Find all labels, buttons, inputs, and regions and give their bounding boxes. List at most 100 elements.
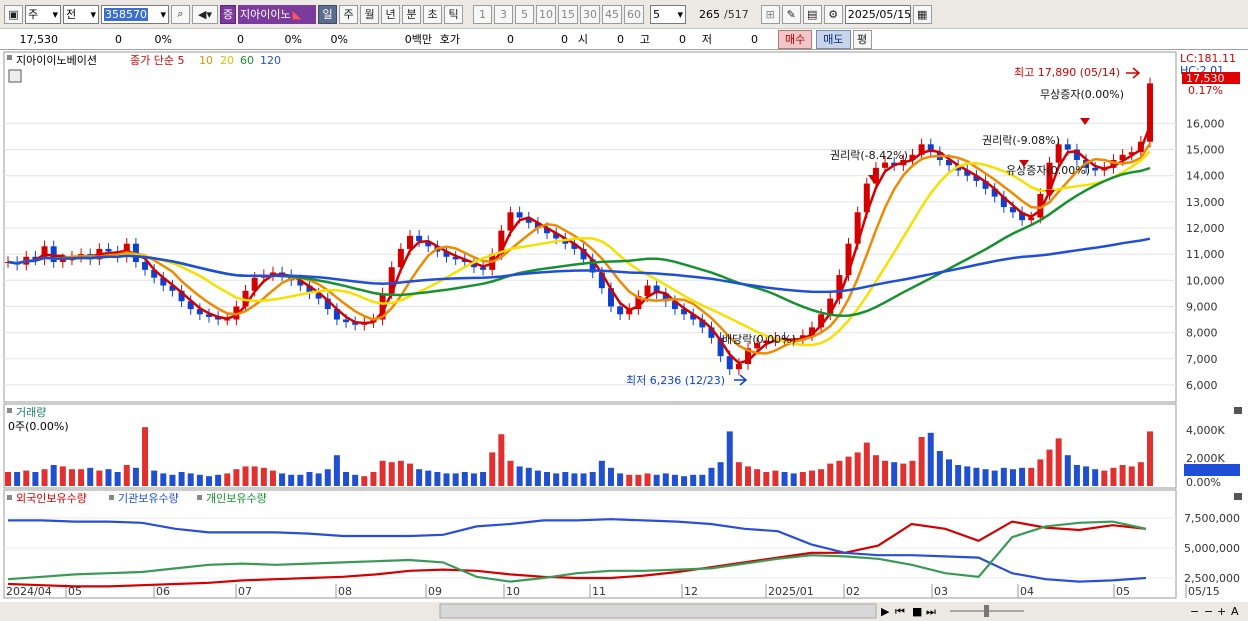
interval-tab[interactable]: 10 — [536, 4, 556, 24]
volume-close-icon[interactable] — [1234, 407, 1242, 414]
zoom-in-icon[interactable]: + — [1217, 605, 1226, 618]
annotation-ex-dividend: 배당락(0.00%) — [722, 333, 796, 346]
volume-bar — [681, 476, 688, 486]
volume-bar — [635, 474, 642, 486]
sell-button[interactable]: 매도 — [816, 29, 851, 49]
scroll-first-icon[interactable]: ⏮ — [895, 605, 905, 618]
code-input[interactable]: 358570 ▾ — [101, 4, 169, 24]
annotation-high: 최고 17,890 (05/14) — [1014, 66, 1120, 79]
volume-bar — [1137, 462, 1144, 486]
market-type-select[interactable]: 주 ▾ — [25, 4, 61, 24]
price-tick-label: 6,000 — [1186, 379, 1218, 392]
date-tick-label: 12 — [684, 585, 698, 598]
date-tick-label: 11 — [592, 585, 606, 598]
volume-bar — [233, 469, 240, 486]
interval-tab[interactable]: 45 — [602, 4, 622, 24]
interval-tab[interactable]: 15 — [558, 4, 578, 24]
interval-tab[interactable]: 30 — [580, 4, 600, 24]
avg-button[interactable]: 평 — [852, 29, 872, 49]
period-tab[interactable]: 일 — [318, 4, 337, 24]
volume-bar — [973, 467, 980, 486]
volume-bar — [215, 474, 222, 486]
volume-bar — [662, 473, 669, 486]
prev-select[interactable]: 전 ▾ — [63, 4, 99, 24]
date-tick-label: 10 — [506, 585, 520, 598]
volume-bar — [14, 472, 21, 486]
crosshair-icon[interactable]: ⊞ — [760, 4, 780, 24]
interval-tab[interactable]: 5 — [515, 4, 534, 24]
volume-bar — [498, 434, 505, 486]
menu-icon[interactable] — [8, 69, 22, 83]
interval-tab[interactable]: 3 — [494, 4, 513, 24]
volume-bar — [297, 474, 304, 486]
calendar-icon[interactable]: ▦ — [912, 4, 932, 24]
scroll-track[interactable] — [439, 603, 877, 619]
price-tick-label: 7,000 — [1186, 353, 1218, 366]
search-icon[interactable]: ⌕ — [171, 4, 190, 24]
volume-bar — [251, 466, 258, 486]
volume-bar — [87, 467, 94, 486]
buy-button[interactable]: 매수 — [778, 29, 813, 49]
volume-bar — [845, 456, 852, 486]
count-value: 265 — [699, 7, 720, 21]
period-tab[interactable]: 월 — [360, 4, 379, 24]
count-input[interactable]: 265 — [692, 5, 722, 24]
volume-bar — [818, 469, 825, 486]
volume-bar — [114, 472, 121, 486]
volume-bar — [1092, 469, 1099, 486]
candle-body — [735, 364, 742, 370]
zoom-slider-handle[interactable] — [984, 605, 989, 617]
volume-bar — [32, 472, 39, 486]
volume-bar — [343, 472, 350, 486]
volume-bar — [863, 442, 870, 486]
candle-body — [1055, 144, 1062, 163]
interval-tab[interactable]: 60 — [624, 4, 644, 24]
volume-bar — [397, 460, 404, 486]
annotation-ex-rights-2: 권리락(-8.42%) — [830, 149, 908, 162]
period-tab[interactable]: 분 — [402, 4, 421, 24]
period-tab[interactable]: 초 — [423, 4, 442, 24]
volume-tick-label: 4,000K — [1186, 424, 1225, 437]
volume-bar — [772, 470, 779, 486]
interval-tab[interactable]: 1 — [473, 4, 492, 24]
zoom-out-icon[interactable]: − — [1190, 605, 1199, 618]
price-tick-label: 16,000 — [1186, 117, 1225, 130]
legend-ma60: 60 — [240, 54, 254, 67]
scroll-right-icon[interactable]: ▶ — [881, 605, 890, 618]
volume-bar — [1128, 466, 1135, 486]
gear-icon[interactable]: ⚙ — [823, 4, 843, 24]
tools-icon[interactable]: ✎ — [781, 4, 801, 24]
text-tool-icon[interactable]: A — [1231, 605, 1239, 618]
zoom-level-icon[interactable]: − — [1204, 605, 1213, 618]
period-tab[interactable]: 틱 — [444, 4, 463, 24]
save-icon[interactable]: ▤ — [802, 4, 822, 24]
price-tick-label: 13,000 — [1186, 196, 1225, 209]
quote-volume: 0 — [237, 32, 244, 46]
stop-icon[interactable]: ■ — [912, 605, 922, 618]
chart-type-icon[interactable]: ▣ — [4, 4, 23, 24]
volume-bar — [306, 472, 313, 486]
volume-bar — [5, 472, 11, 486]
date-input[interactable]: 2025/05/15 — [844, 4, 911, 24]
open-value: 0 — [617, 32, 624, 46]
interval-input[interactable]: 5 ▾ — [650, 4, 686, 24]
volume-bar — [936, 451, 943, 486]
interval-tabs: 1 3 5 10 15 30 45 60 — [473, 4, 644, 24]
prev-value: 전 — [66, 8, 77, 21]
interval-input-value: 5 — [653, 7, 660, 21]
holdings-legend-marker — [7, 495, 12, 500]
holdings-close-icon[interactable] — [1234, 493, 1242, 500]
date-tick-label: 05 — [68, 585, 82, 598]
stock-chart[interactable]: 6,000 7,000 8,000 9,000 10,000 11,000 12,000 13… — [0, 50, 1248, 621]
legend-close-label: 종가 단순 5 — [130, 54, 185, 67]
volume-bar — [900, 463, 907, 486]
period-tab[interactable]: 년 — [381, 4, 400, 24]
volume-bar — [1055, 438, 1062, 486]
scroll-last-icon[interactable]: ⏭ — [926, 605, 936, 618]
stock-name[interactable]: 지아이이노 ◣ — [238, 4, 316, 24]
volume-bar — [708, 467, 715, 486]
dropdown-icon: ▾ — [677, 7, 683, 21]
volume-title: 거래량 — [16, 406, 46, 419]
period-tab[interactable]: 주 — [339, 4, 358, 24]
sound-icon[interactable]: ◀▾ — [192, 4, 218, 24]
